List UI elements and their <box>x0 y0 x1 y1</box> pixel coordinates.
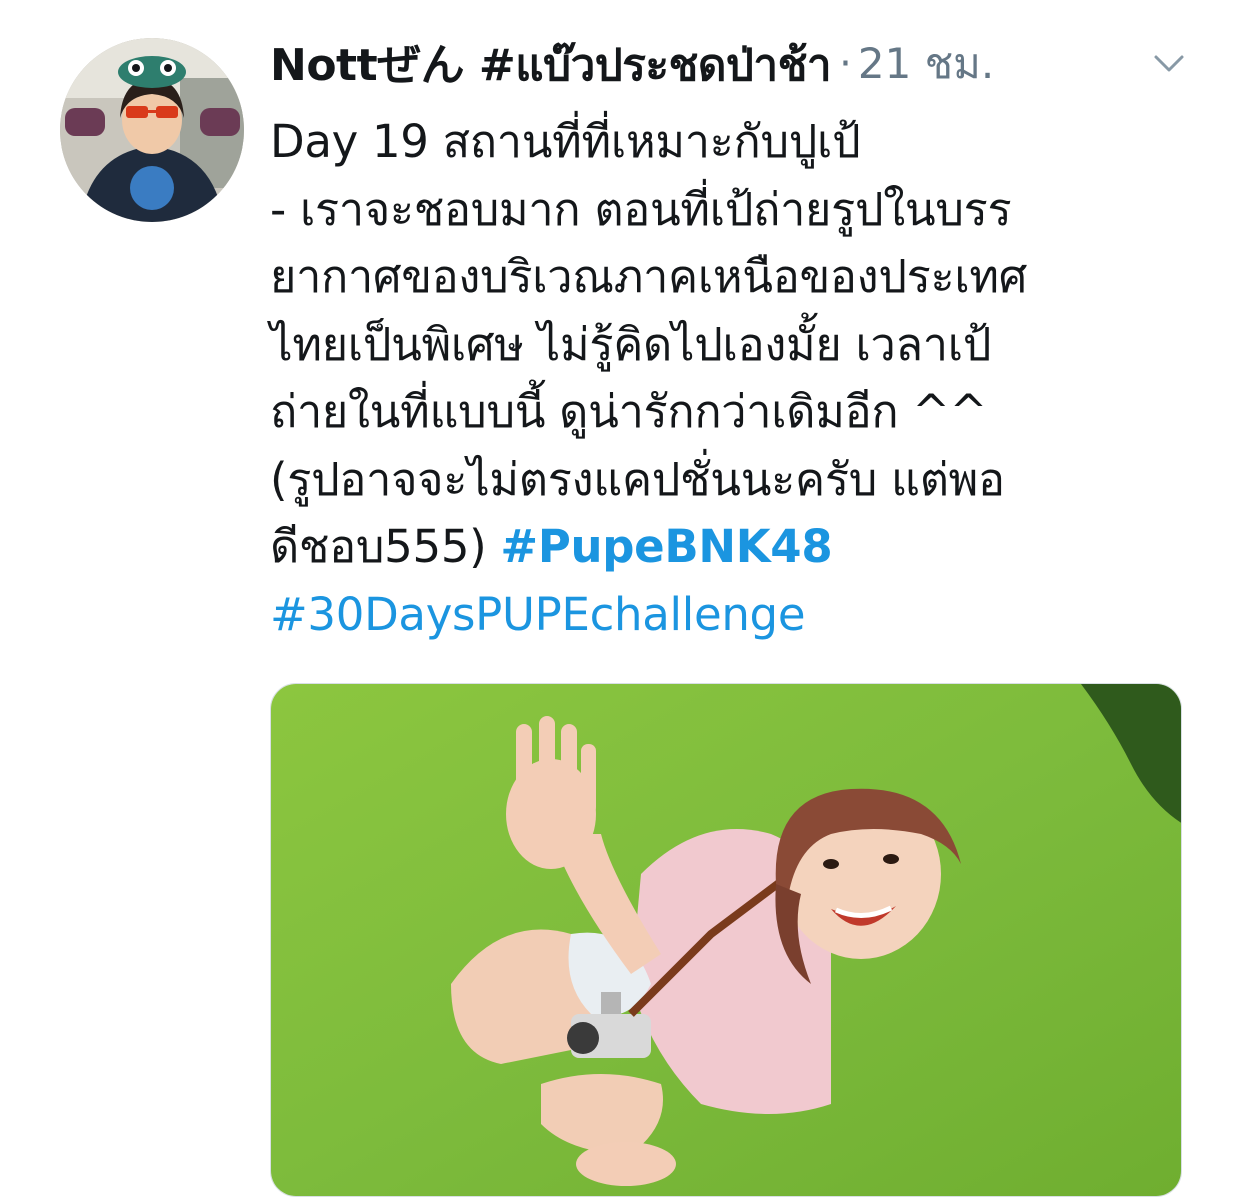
timestamp[interactable]: 21 ชม. <box>858 31 994 97</box>
hashtag-line: #30DaysPUPEchallenge <box>270 581 1190 649</box>
tweet-header: Nottぜん #แบ๊วประชดป่าช้า · 21 ชม. <box>270 32 1170 96</box>
user-avatar[interactable] <box>60 38 244 222</box>
chevron-down-icon[interactable] <box>1148 42 1190 84</box>
tweet-text-line-with-hashtag: ดีชอบ555) #PupeBNK48 <box>270 513 1190 581</box>
tweet: Nottぜん #แบ๊วประชดป่าช้า · 21 ชม. Day 19 … <box>0 0 1242 1203</box>
tweet-text-line: Day 19 สถานที่ที่เหมาะกับปูเป้ <box>270 115 861 168</box>
tweet-text-line: ไทยเป็นพิเศษ ไม่รู้คิดไปเองมั้ย เวลาเป้ <box>270 317 992 371</box>
tweet-text-line: ยากาศของบริเวณภาคเหนือของประเทศ <box>270 250 1028 303</box>
tweet-photo[interactable] <box>270 683 1182 1197</box>
tweet-text-line: ถ่ายในที่แบบนี้ ดูน่ารักกว่าเดิมอีก ^^ <box>270 385 988 438</box>
separator-dot: · <box>839 41 852 87</box>
hashtag-link-30dayspupechallenge[interactable]: #30DaysPUPEchallenge <box>270 588 806 641</box>
hashtag-link-pupebnk48[interactable]: #PupeBNK48 <box>500 520 832 573</box>
tweet-text: Day 19 สถานที่ที่เหมาะกับปูเป้ - เราจะชอ… <box>270 108 1190 648</box>
tweet-text-line: ดีชอบ555) <box>270 520 501 573</box>
tweet-text-line: - เราจะชอบมาก ตอนที่เป้ถ่ายรูปในบรร <box>270 182 1012 236</box>
tweet-text-line: (รูปอาจจะไม่ตรงแคปชั่นนะครับ แต่พอ <box>270 452 1005 506</box>
display-name[interactable]: Nottぜん #แบ๊วประชดป่าช้า <box>270 29 832 100</box>
